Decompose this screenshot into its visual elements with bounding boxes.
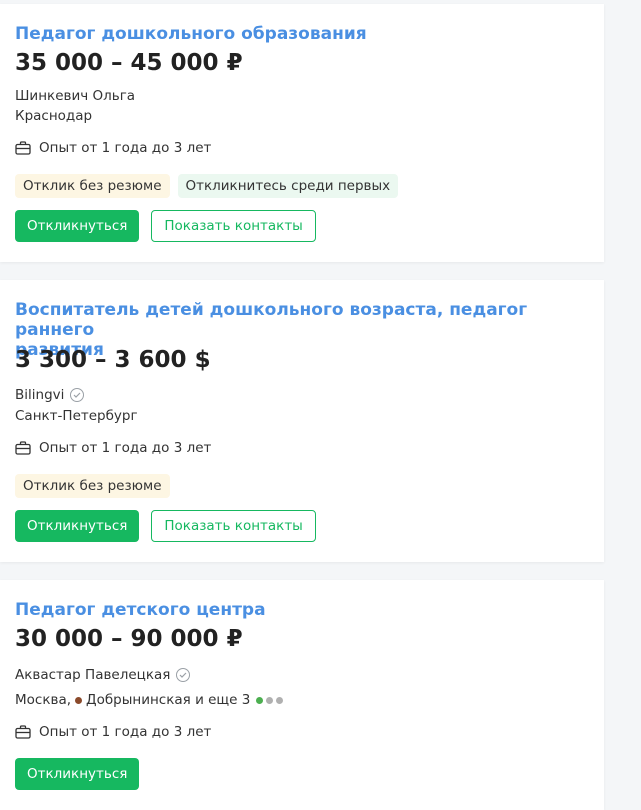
tags: Отклик без резюме bbox=[15, 474, 170, 498]
city: Краснодар bbox=[15, 108, 93, 124]
vacancy-title-line1[interactable]: Воспитатель детей дошкольного возраста, … bbox=[15, 300, 585, 340]
salary: 35 000 – 45 000 ₽ bbox=[15, 50, 243, 76]
metro-station: Добрынинская и еще 3 bbox=[86, 692, 251, 708]
city: Москва, bbox=[15, 692, 72, 708]
briefcase-icon bbox=[15, 441, 31, 455]
salary: 3 300 – 3 600 $ bbox=[15, 347, 211, 373]
experience-text: Опыт от 1 года до 3 лет bbox=[39, 724, 212, 740]
location: Москва, Добрынинская и еще 3 bbox=[15, 690, 284, 710]
respond-button[interactable]: Откликнуться bbox=[15, 758, 140, 790]
vacancy-card: Педагог дошкольного образования 35 000 –… bbox=[0, 4, 604, 262]
metro-line-dot-icon bbox=[75, 696, 83, 704]
tags: Отклик без резюме Откликнитесь среди пер… bbox=[15, 174, 399, 198]
company-name[interactable]: Шинкевич Ольга bbox=[15, 86, 135, 106]
vacancy-title[interactable]: Педагог дошкольного образования bbox=[15, 24, 367, 44]
verified-check-icon bbox=[70, 388, 85, 402]
vacancy-card: Воспитатель детей дошкольного возраста, … bbox=[0, 280, 604, 562]
actions: Откликнуться bbox=[15, 758, 140, 790]
metro-line-dot-icon bbox=[266, 696, 274, 704]
company-name[interactable]: Аквастар Павелецкая bbox=[15, 665, 191, 685]
company-name[interactable]: Bilingvi bbox=[15, 385, 85, 405]
show-contacts-button[interactable]: Показать контакты bbox=[151, 510, 316, 542]
salary: 30 000 – 90 000 ₽ bbox=[15, 626, 243, 652]
company-name-text[interactable]: Bilingvi bbox=[15, 385, 64, 405]
actions: Откликнуться Показать контакты bbox=[15, 510, 316, 542]
experience-text: Опыт от 1 года до 3 лет bbox=[39, 140, 212, 156]
vacancy-title-text[interactable]: Педагог дошкольного образования bbox=[15, 24, 367, 44]
tag-be-first: Откликнитесь среди первых bbox=[177, 174, 399, 198]
respond-button[interactable]: Откликнуться bbox=[15, 510, 140, 542]
experience: Опыт от 1 года до 3 лет bbox=[15, 138, 211, 158]
metro-lines-indicator bbox=[256, 696, 284, 704]
vacancy-card: Педагог детского центра 30 000 – 90 000 … bbox=[0, 580, 604, 810]
verified-check-icon bbox=[176, 668, 191, 682]
tag-no-resume: Отклик без резюме bbox=[15, 174, 170, 198]
respond-button[interactable]: Откликнуться bbox=[15, 210, 140, 242]
metro-line-dot-icon bbox=[276, 696, 284, 704]
city: Санкт-Петербург bbox=[15, 408, 138, 424]
experience: Опыт от 1 года до 3 лет bbox=[15, 438, 211, 458]
company-name-text[interactable]: Шинкевич Ольга bbox=[15, 86, 135, 106]
experience-text: Опыт от 1 года до 3 лет bbox=[39, 440, 212, 456]
metro-line-dot-icon bbox=[256, 696, 264, 704]
vacancy-title-text[interactable]: Педагог детского центра bbox=[15, 600, 266, 620]
vacancy-title[interactable]: Педагог детского центра bbox=[15, 600, 266, 620]
tag-no-resume: Отклик без резюме bbox=[15, 474, 170, 498]
show-contacts-button[interactable]: Показать контакты bbox=[151, 210, 316, 242]
company-name-text[interactable]: Аквастар Павелецкая bbox=[15, 665, 170, 685]
briefcase-icon bbox=[15, 141, 31, 155]
actions: Откликнуться Показать контакты bbox=[15, 210, 316, 242]
briefcase-icon bbox=[15, 725, 31, 739]
experience: Опыт от 1 года до 3 лет bbox=[15, 722, 211, 742]
